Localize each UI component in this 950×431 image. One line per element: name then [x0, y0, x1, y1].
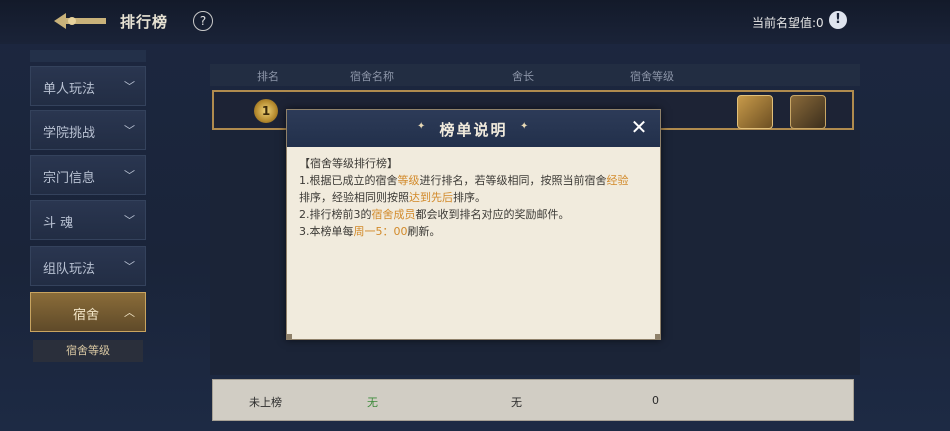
- column-header-dorm-level: 宿舍等级: [630, 70, 674, 83]
- star-right-icon: ✦: [520, 121, 529, 132]
- my-rank: 未上榜: [249, 396, 282, 409]
- sidebar-item-sect[interactable]: 宗门信息 ﹀: [30, 155, 146, 195]
- column-header-dorm-name: 宿舍名称: [350, 70, 394, 83]
- sidebar-item-label: 学院挑战: [43, 126, 96, 141]
- reward-crystal-icon[interactable]: [737, 95, 773, 129]
- sidebar-item-dorm[interactable]: 宿舍 ︿: [30, 292, 146, 332]
- chevron-down-icon: ﹀: [124, 260, 135, 273]
- sidebar-item-label: 宿舍: [73, 308, 100, 323]
- sidebar-item-label: 斗 魂: [43, 216, 74, 231]
- sidebar-item-team[interactable]: 组队玩法 ﹀: [30, 246, 146, 286]
- my-dorm-name: 无: [367, 396, 378, 409]
- help-icon[interactable]: ?: [193, 11, 213, 31]
- sidebar-top-strip: [30, 50, 146, 62]
- corner-decoration: [286, 334, 292, 340]
- rule-line-2: 排序，经验相同则按照达到先后排序。: [299, 191, 486, 204]
- chevron-down-icon: ﹀: [124, 169, 135, 182]
- sidebar-item-label: 单人玩法: [43, 82, 96, 97]
- page-title: 排行榜: [120, 13, 169, 31]
- rules-section-title: 【宿舍等级排行榜】: [299, 157, 398, 170]
- my-dorm-level: 0: [652, 394, 659, 407]
- rank-medal-icon: 1: [254, 99, 278, 123]
- chevron-up-icon: ︿: [124, 306, 135, 319]
- my-leader: 无: [511, 396, 522, 409]
- sidebar-item-label: 宗门信息: [43, 171, 96, 186]
- dialog-body: 【宿舍等级排行榜】 1.根据已成立的宿舍等级进行排名，若等级相同，按照当前宿舍经…: [299, 155, 649, 240]
- sidebar-item-soul[interactable]: 斗 魂 ﹀: [30, 200, 146, 240]
- chevron-down-icon: ﹀: [124, 80, 135, 93]
- back-arrow-icon[interactable]: [52, 10, 108, 32]
- rule-line-1: 1.根据已成立的宿舍等级进行排名，若等级相同，按照当前宿舍经验: [299, 174, 629, 187]
- dialog-title: 榜单说明: [439, 121, 508, 139]
- sidebar-item-academy[interactable]: 学院挑战 ﹀: [30, 110, 146, 150]
- rule-line-3: 2.排行榜前3的宿舍成员都会收到排名对应的奖励邮件。: [299, 208, 570, 221]
- prestige-value: 当前名望值:0: [752, 16, 824, 30]
- column-header-rank: 排名: [257, 70, 279, 83]
- table-header: 排名 宿舍名称 舍长 宿舍等级: [210, 64, 860, 86]
- corner-decoration: [655, 334, 661, 340]
- sidebar-item-label: 组队玩法: [43, 262, 96, 277]
- chevron-down-icon: ﹀: [124, 124, 135, 137]
- dialog-header: ✦ 榜单说明 ✦ ✕: [287, 110, 660, 147]
- sidebar-item-solo[interactable]: 单人玩法 ﹀: [30, 66, 146, 106]
- close-icon[interactable]: ✕: [628, 116, 650, 138]
- chevron-down-icon: ﹀: [124, 214, 135, 227]
- my-rank-row: 未上榜 无 无 0: [212, 379, 854, 421]
- info-icon[interactable]: !: [829, 11, 847, 29]
- column-header-leader: 舍长: [512, 70, 534, 83]
- rules-dialog: ✦ 榜单说明 ✦ ✕ 【宿舍等级排行榜】 1.根据已成立的宿舍等级进行排名，若等…: [286, 109, 661, 340]
- reward-chest-icon[interactable]: [790, 95, 826, 129]
- sidebar-subitem-dorm-level[interactable]: 宿舍等级: [33, 340, 143, 362]
- rule-line-4: 3.本榜单每周一5：00刷新。: [299, 225, 441, 238]
